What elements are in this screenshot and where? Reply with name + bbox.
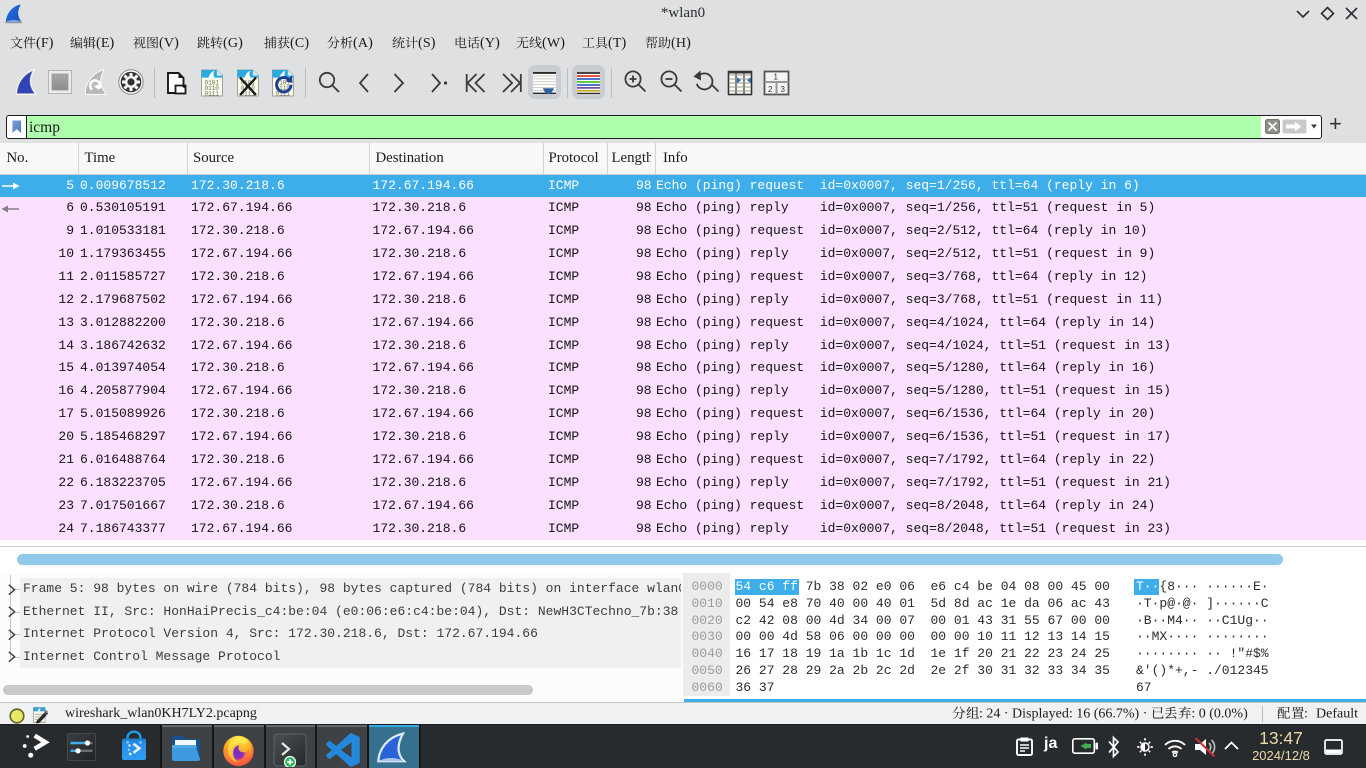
svg-text:0111: 0111 [205, 91, 220, 98]
svg-text:3: 3 [781, 85, 786, 94]
svg-text:1: 1 [774, 73, 779, 82]
svg-text:2: 2 [768, 85, 773, 94]
